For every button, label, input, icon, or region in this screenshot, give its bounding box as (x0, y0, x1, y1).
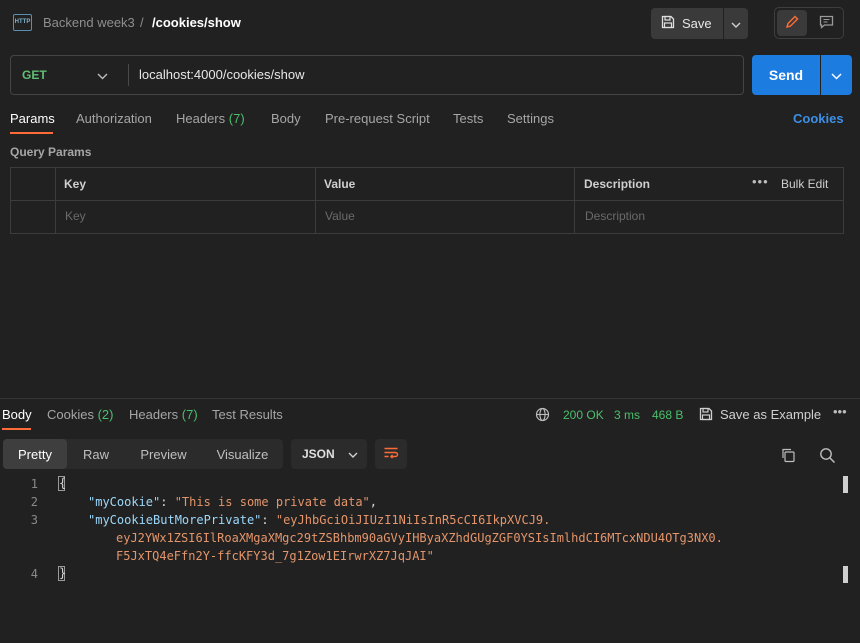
json-line-mycookiebutmoreprivate: "myCookieButMorePrivate": "eyJhbGciOiJIU… (88, 513, 550, 527)
response-time[interactable]: 3 ms (614, 408, 640, 422)
tab-headers[interactable]: Headers (7) (176, 111, 245, 126)
scrollbar-marker (843, 566, 848, 583)
response-tab-headers-count: (7) (181, 407, 198, 422)
view-visualize[interactable]: Visualize (202, 439, 283, 469)
chevron-down-icon (348, 447, 358, 461)
column-header-description: Description (584, 177, 651, 191)
divider (128, 64, 129, 86)
tab-authorization[interactable]: Authorization (76, 111, 152, 126)
tab-headers-label: Headers (176, 111, 226, 126)
save-button[interactable]: Save (651, 8, 723, 39)
json-key: "myCookieButMorePrivate" (88, 513, 262, 527)
save-icon (699, 407, 713, 424)
search-icon[interactable] (819, 447, 836, 467)
bulk-edit-button[interactable]: Bulk Edit (781, 177, 828, 191)
send-label: Send (768, 67, 804, 83)
cookies-link[interactable]: Cookies (793, 111, 844, 126)
tab-prerequest-script[interactable]: Pre-request Script (325, 111, 430, 126)
json-line-mycookie: "myCookie": "This is some private data", (88, 495, 377, 509)
line-number: 1 (30, 477, 38, 491)
response-tab-headers[interactable]: Headers (7) (129, 407, 198, 422)
send-button[interactable]: Send (752, 55, 820, 95)
json-colon: : (261, 513, 276, 527)
json-string: "eyJhbGciOiJIUzI1NiIsInR5cCI6IkpXVCJ9. (275, 513, 551, 527)
json-comma: , (369, 495, 378, 509)
edit-mode-button[interactable] (777, 10, 807, 36)
column-header-key: Key (64, 177, 87, 191)
response-tab-cookies-label: Cookies (47, 407, 94, 422)
tab-headers-count: (7) (228, 111, 245, 126)
comments-button[interactable] (811, 10, 841, 36)
pane-divider[interactable] (0, 398, 860, 399)
response-tab-cookies-count: (2) (97, 407, 114, 422)
copy-icon[interactable] (780, 447, 796, 466)
format-select[interactable]: JSON (291, 439, 367, 469)
chevron-down-icon (731, 16, 741, 31)
globe-icon[interactable] (535, 407, 550, 425)
chevron-down-icon (831, 68, 842, 83)
save-as-example-button[interactable]: Save as Example (720, 407, 821, 422)
divider (574, 167, 575, 234)
status-code[interactable]: 200 OK (563, 408, 604, 422)
wrap-lines-icon (383, 446, 399, 463)
more-options-icon[interactable]: ••• (833, 404, 847, 419)
json-string-wrapped: eyJ2YWx1ZSI6IlRoaXMgaXMgc29tZSBhbm90aGVy… (116, 531, 723, 545)
response-tab-body[interactable]: Body (2, 407, 32, 422)
wrap-lines-button[interactable] (375, 439, 407, 469)
json-string: "This is some private data" (174, 495, 370, 509)
method-select[interactable]: GET (22, 68, 47, 82)
divider (10, 200, 844, 201)
divider (315, 167, 316, 234)
line-number: 3 (30, 513, 38, 527)
query-params-label: Query Params (10, 145, 92, 159)
format-label: JSON (302, 447, 335, 461)
http-request-icon: HTTP (13, 14, 32, 31)
divider (55, 167, 56, 234)
response-tab-headers-label: Headers (129, 407, 179, 422)
json-close-brace: } (58, 566, 67, 581)
breadcrumb-collection[interactable]: Backend week3 (43, 15, 135, 30)
scrollbar-marker (843, 476, 848, 493)
line-number: 4 (30, 567, 38, 581)
send-options-dropdown[interactable] (821, 55, 852, 95)
view-pretty[interactable]: Pretty (3, 439, 67, 469)
tab-body[interactable]: Body (271, 111, 301, 126)
json-key: "myCookie" (88, 495, 161, 509)
json-string-wrapped: F5JxTQ4eFfn2Y-ffcKFY3d_7g1Zow1EIrwrXZ7Jq… (116, 549, 434, 563)
view-preview[interactable]: Preview (125, 439, 202, 469)
comment-icon (819, 15, 834, 32)
param-description-input[interactable]: Description (585, 209, 645, 223)
param-value-input[interactable]: Value (325, 209, 355, 223)
column-header-value: Value (324, 177, 356, 191)
breadcrumb-request-name[interactable]: /cookies/show (152, 15, 241, 30)
view-raw[interactable]: Raw (67, 439, 125, 469)
save-label: Save (682, 16, 712, 31)
url-input[interactable]: localhost:4000/cookies/show (139, 67, 305, 82)
json-open-brace: { (58, 476, 67, 491)
tab-settings[interactable]: Settings (507, 111, 554, 126)
json-colon: : (160, 495, 175, 509)
pencil-icon (785, 15, 799, 32)
tab-tests[interactable]: Tests (453, 111, 483, 126)
response-size[interactable]: 468 B (652, 408, 683, 422)
response-tab-cookies[interactable]: Cookies (2) (47, 407, 113, 422)
chevron-down-icon[interactable] (97, 68, 108, 83)
tab-params[interactable]: Params (10, 111, 55, 126)
active-tab-indicator (2, 428, 31, 430)
breadcrumb-separator: / (140, 15, 144, 30)
url-bar (10, 55, 744, 95)
param-key-input[interactable]: Key (65, 209, 86, 223)
response-tab-test-results[interactable]: Test Results (212, 407, 283, 422)
active-tab-indicator (10, 132, 53, 134)
more-options-icon[interactable]: ••• (752, 174, 769, 189)
code-scrollbar[interactable] (838, 476, 850, 643)
line-number: 2 (30, 495, 38, 509)
save-icon (661, 15, 675, 32)
save-options-dropdown[interactable] (724, 8, 748, 39)
